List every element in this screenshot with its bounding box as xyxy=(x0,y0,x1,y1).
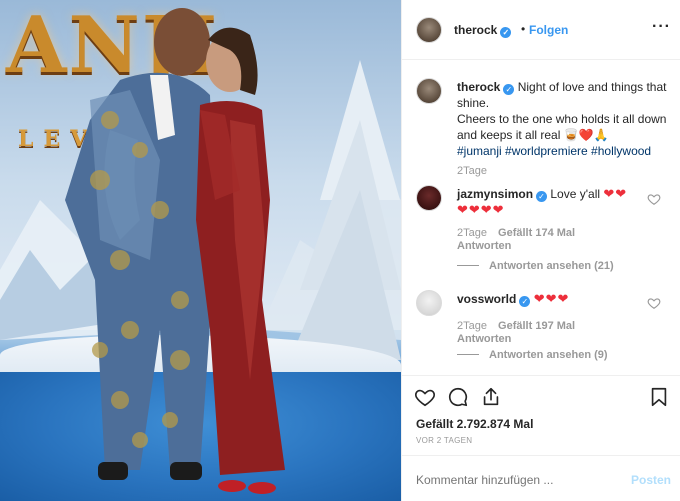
comment-hearts-line2: ❤❤❤❤ xyxy=(457,202,505,217)
reply-button[interactable]: Antworten xyxy=(457,240,575,253)
comment-like-heart-icon[interactable] xyxy=(647,296,661,310)
caption-timestamp[interactable]: 2Tage xyxy=(457,165,487,177)
post-actions: Gefällt 2.792.874 Mal VOR 2 TAGEN xyxy=(402,375,680,455)
comment-like-count[interactable]: Gefällt 174 Mal xyxy=(498,227,575,239)
commenter-username[interactable]: vossworld xyxy=(457,292,516,306)
more-options-icon[interactable]: ··· xyxy=(652,18,671,36)
replies-divider xyxy=(457,265,479,266)
share-icon[interactable] xyxy=(480,386,502,408)
comment-text: vossworld ✓ ❤❤❤ xyxy=(457,291,647,307)
bookmark-icon[interactable] xyxy=(648,386,670,408)
post-date[interactable]: VOR 2 TAGEN xyxy=(416,436,472,445)
replies-divider xyxy=(457,354,479,355)
commenter-avatar[interactable] xyxy=(416,185,442,211)
caption-line2: Cheers to the one who holds it all down … xyxy=(457,112,667,142)
post-header: therock ✓ • Folgen ··· xyxy=(402,0,680,60)
reply-button[interactable]: Antworten xyxy=(457,333,575,346)
post-sidebar: therock ✓ • Folgen ··· therock ✓ Night of … xyxy=(401,0,680,501)
verified-badge-icon: ✓ xyxy=(503,84,515,95)
comment-text: jazmynsimon ✓ Love y'all ❤❤ ❤❤❤❤ xyxy=(457,186,647,218)
post-comment-button[interactable]: Posten xyxy=(631,473,671,487)
view-replies-label[interactable]: Antworten ansehen (21) xyxy=(489,260,614,272)
post-photo[interactable]: ANJI LEVE xyxy=(0,0,401,501)
caption-text: therock ✓ Night of love and things that s… xyxy=(457,79,672,159)
separator-dot: • xyxy=(521,22,526,36)
author-avatar[interactable] xyxy=(416,17,442,43)
verified-badge-icon: ✓ xyxy=(500,27,512,38)
author-username-text[interactable]: therock xyxy=(454,23,497,37)
comment-meta: 2Tage Gefällt 197 Mal Antworten xyxy=(457,320,575,346)
photo-couple xyxy=(65,8,285,494)
view-replies-button[interactable]: Antworten ansehen (9) xyxy=(457,349,608,361)
verified-badge-icon: ✓ xyxy=(519,296,531,307)
commenter-avatar[interactable] xyxy=(416,290,442,316)
add-comment-bar: Posten xyxy=(402,455,680,501)
comment-timestamp[interactable]: 2Tage xyxy=(457,227,487,239)
author-username[interactable]: therock ✓ xyxy=(454,23,512,38)
comment-like-heart-icon[interactable] xyxy=(647,192,661,206)
likes-count[interactable]: Gefällt 2.792.874 Mal xyxy=(416,417,533,431)
comment-like-count[interactable]: Gefällt 197 Mal xyxy=(498,320,575,332)
like-heart-icon[interactable] xyxy=(414,386,436,408)
follow-button[interactable]: Folgen xyxy=(529,23,568,37)
caption-username[interactable]: therock xyxy=(457,80,500,94)
caption-author-avatar[interactable] xyxy=(416,78,442,104)
comments-section: therock ✓ Night of love and things that s… xyxy=(402,61,680,375)
comment-hearts: ❤❤ xyxy=(603,186,628,201)
caption-emoji: 🥃❤️🙏 xyxy=(563,128,609,142)
commenter-username[interactable]: jazmynsimon xyxy=(457,187,533,201)
verified-badge-icon: ✓ xyxy=(536,191,548,202)
comment-bubble-icon[interactable] xyxy=(447,386,469,408)
comment-meta: 2Tage Gefällt 174 Mal Antworten xyxy=(457,227,575,253)
view-replies-label[interactable]: Antworten ansehen (9) xyxy=(489,349,608,361)
comment-input[interactable] xyxy=(416,473,616,487)
comment-hearts: ❤❤❤ xyxy=(533,291,570,306)
view-replies-button[interactable]: Antworten ansehen (21) xyxy=(457,260,614,272)
comment-body: Love y'all xyxy=(550,187,601,201)
comment-timestamp[interactable]: 2Tage xyxy=(457,320,487,332)
caption-hashtags[interactable]: #jumanji #worldpremiere #hollywood xyxy=(457,144,651,158)
